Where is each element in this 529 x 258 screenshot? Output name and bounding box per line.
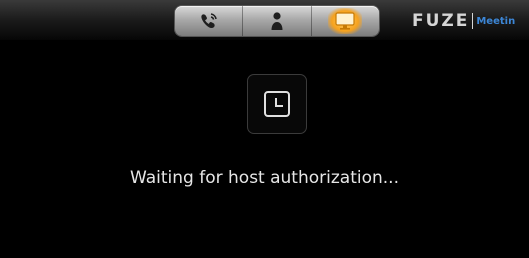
phone-icon bbox=[201, 13, 217, 29]
tab-screen-share[interactable] bbox=[310, 6, 379, 36]
view-switcher bbox=[175, 6, 379, 36]
brand-logo: FUZE bbox=[412, 11, 470, 31]
tab-audio[interactable] bbox=[175, 6, 242, 36]
person-icon bbox=[271, 12, 283, 30]
brand-divider bbox=[472, 13, 474, 29]
clock-icon bbox=[264, 91, 290, 117]
tab-participants[interactable] bbox=[242, 6, 310, 36]
monitor-icon bbox=[335, 12, 355, 30]
status-message: Waiting for host authorization... bbox=[130, 168, 399, 188]
brand-subtitle: Meetin bbox=[476, 15, 516, 27]
status-icon-box bbox=[247, 74, 307, 134]
top-toolbar: FUZE Meetin bbox=[0, 0, 529, 41]
brand: FUZE Meetin bbox=[412, 9, 515, 33]
